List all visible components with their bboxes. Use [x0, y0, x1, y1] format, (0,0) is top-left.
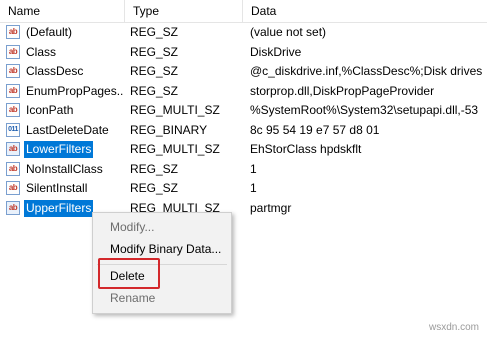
value-name: IconPath — [26, 103, 74, 117]
value-type: REG_MULTI_SZ — [130, 142, 220, 156]
registry-value-row[interactable]: ab NoInstallClass REG_SZ 1 — [0, 160, 487, 180]
registry-value-row[interactable]: ab ClassDesc REG_SZ @c_diskdrive.inf,%Cla… — [0, 62, 487, 82]
binary-value-icon: 011 — [6, 122, 20, 137]
menu-item-modify[interactable]: Modify... — [93, 216, 231, 238]
value-type: REG_MULTI_SZ — [130, 103, 220, 117]
value-data: 8c 95 54 19 e7 57 d8 01 — [250, 122, 380, 137]
string-value-icon: ab — [6, 181, 20, 195]
value-data: DiskDrive — [250, 44, 302, 59]
menu-item-rename[interactable]: Rename — [93, 287, 231, 309]
string-value-icon: ab — [6, 200, 20, 215]
watermark: wsxdn.com — [428, 322, 479, 333]
value-data: (value not set) — [250, 25, 327, 39]
value-type: REG_SZ — [130, 44, 179, 59]
value-data: 1 — [250, 181, 257, 195]
registry-value-row-selected[interactable]: ab UpperFilters REG_MULTI_SZ partmgr — [0, 199, 487, 219]
value-type: REG_SZ — [130, 25, 179, 39]
value-name: ClassDesc — [26, 64, 84, 78]
value-type: REG_SZ — [130, 161, 179, 176]
string-value-icon: ab — [6, 103, 20, 117]
registry-value-row[interactable]: ab EnumPropPages... REG_SZ storprop.dll,D… — [0, 82, 487, 102]
value-data: EhStorClass hpdskflt — [250, 142, 362, 156]
string-value-icon: ab — [6, 142, 20, 156]
registry-value-row[interactable]: 011 LastDeleteDate REG_BINARY 8c 95 54 19… — [0, 121, 487, 141]
string-value-icon: ab — [6, 25, 20, 39]
string-value-icon: ab — [6, 64, 20, 78]
column-header: Name Type Data — [0, 0, 487, 23]
value-name: UpperFilters — [24, 199, 94, 217]
value-type: REG_SZ — [130, 64, 179, 78]
string-value-icon: ab — [6, 83, 20, 98]
registry-value-row-selected[interactable]: ab LowerFilters REG_MULTI_SZ EhStorClass … — [0, 140, 487, 160]
registry-value-row[interactable]: ab (Default) REG_SZ (value not set) — [0, 23, 487, 43]
value-name: LowerFilters — [24, 141, 94, 158]
registry-values-list: ab (Default) REG_SZ (value not set) ab Cla… — [0, 23, 487, 218]
value-data: %SystemRoot%\System32\setupapi.dll,-53 — [250, 103, 479, 117]
registry-value-row[interactable]: ab SilentInstall REG_SZ 1 — [0, 179, 487, 199]
string-value-icon: ab — [6, 161, 20, 176]
registry-value-row[interactable]: ab Class REG_SZ DiskDrive — [0, 43, 487, 63]
string-value-icon: ab — [6, 44, 20, 59]
value-type: REG_SZ — [130, 83, 179, 98]
value-data: storprop.dll,DiskPropPageProvider — [250, 83, 435, 98]
value-type: REG_BINARY — [130, 122, 208, 137]
value-name: EnumPropPages... — [26, 83, 124, 98]
delete-highlight-box — [98, 258, 160, 289]
value-data: 1 — [250, 161, 257, 176]
value-name: NoInstallClass — [26, 161, 103, 176]
value-type: REG_SZ — [130, 181, 179, 195]
value-name: SilentInstall — [26, 181, 88, 195]
value-name: LastDeleteDate — [26, 122, 109, 137]
registry-value-row[interactable]: ab IconPath REG_MULTI_SZ %SystemRoot%\Sys… — [0, 101, 487, 121]
menu-item-modify-binary-data[interactable]: Modify Binary Data... — [93, 238, 231, 260]
type-column-header[interactable]: Type — [124, 0, 246, 22]
data-column-header[interactable]: Data — [242, 0, 487, 22]
value-name: (Default) — [26, 25, 73, 39]
value-data: partmgr — [250, 200, 292, 215]
value-data: @c_diskdrive.inf,%ClassDesc%;Disk drives — [250, 64, 483, 78]
value-name: Class — [26, 44, 57, 59]
name-column-header[interactable]: Name — [0, 0, 124, 22]
